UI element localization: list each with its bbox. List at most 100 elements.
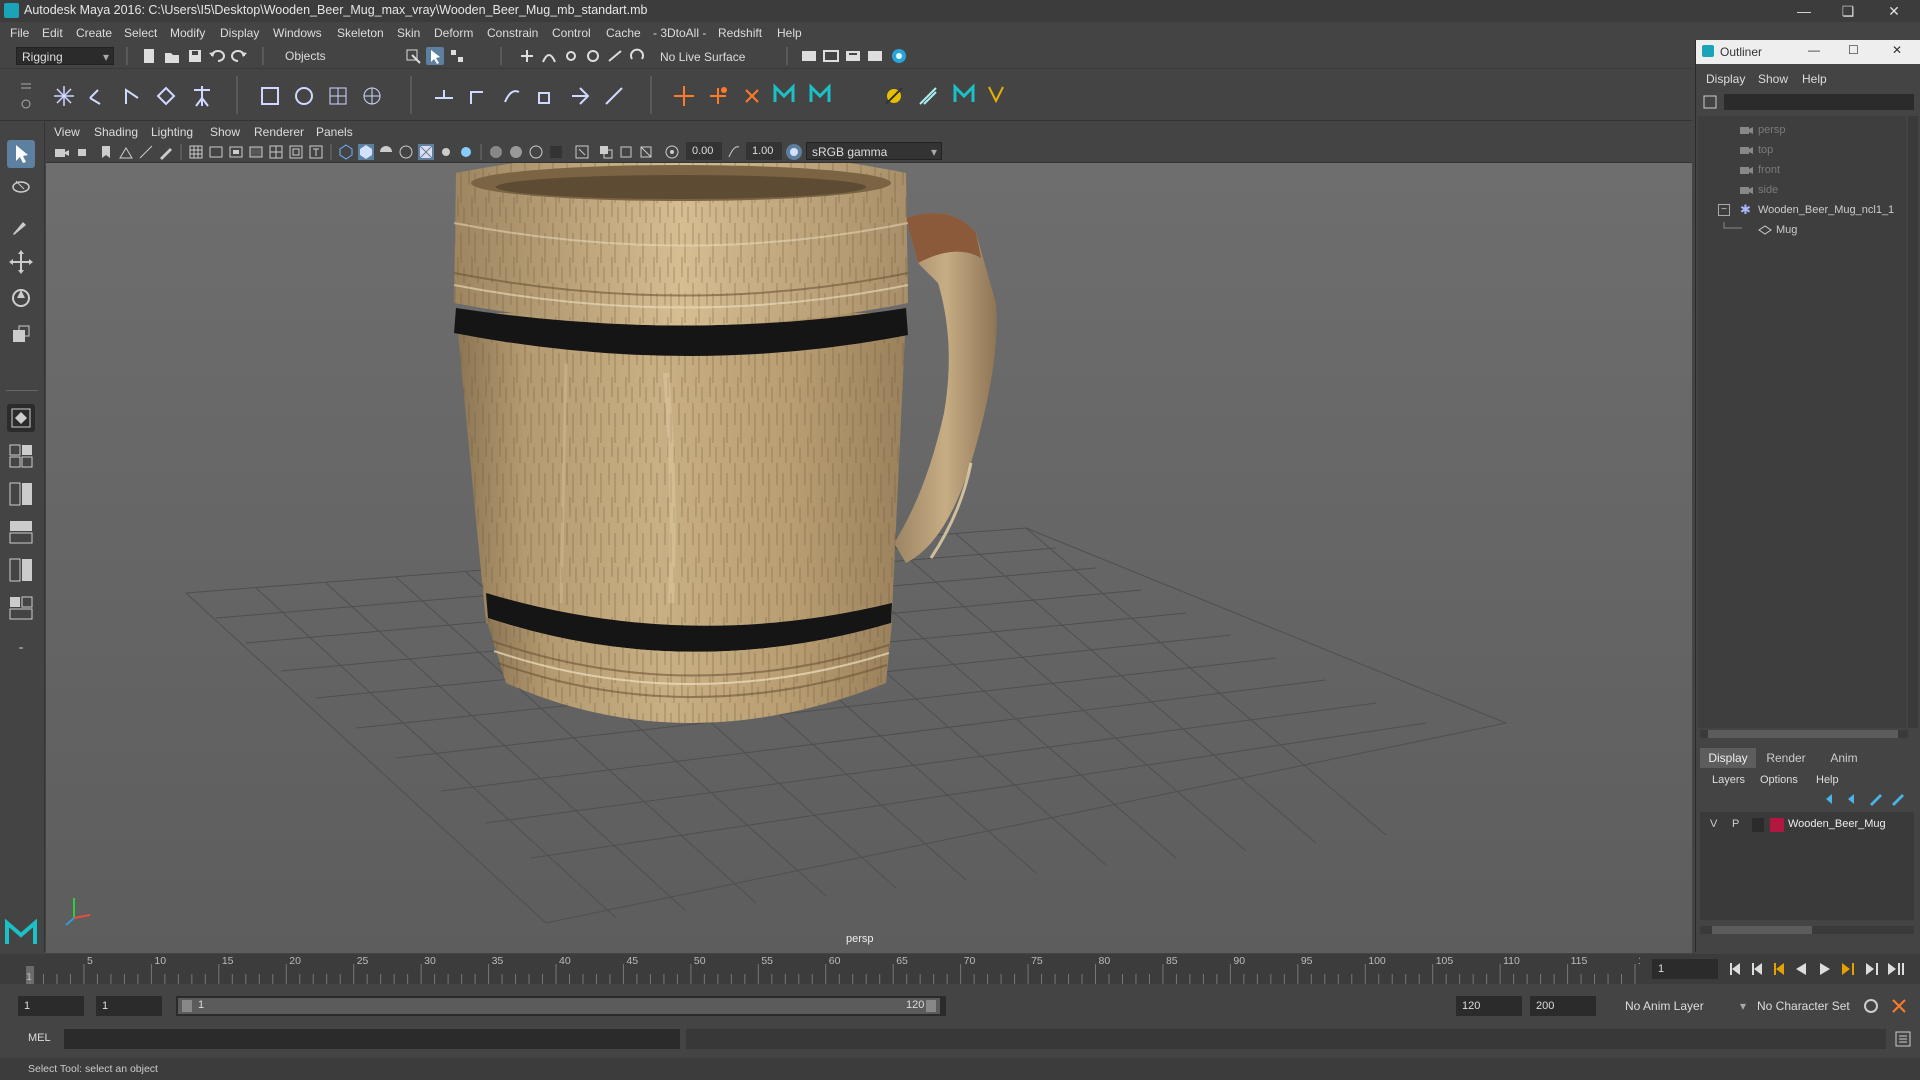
- safe-action-icon[interactable]: [288, 144, 304, 160]
- auto-key-icon[interactable]: [1862, 997, 1880, 1015]
- menu-skeleton[interactable]: Skeleton: [337, 26, 384, 40]
- character-set-dropdown[interactable]: No Character Set: [1752, 997, 1862, 1015]
- depth-of-field-icon[interactable]: [548, 144, 564, 160]
- rotate-tool-button[interactable]: [7, 284, 35, 312]
- script-editor-icon[interactable]: [1894, 1030, 1912, 1048]
- screen-space-ao-icon[interactable]: [488, 144, 504, 160]
- play-forward-icon[interactable]: [1820, 963, 1830, 975]
- render-frame-icon[interactable]: [822, 47, 840, 65]
- snap-view-plane-icon[interactable]: [584, 47, 602, 65]
- layer-menu-options[interactable]: Options: [1760, 774, 1798, 786]
- move-layer-down-icon[interactable]: [1846, 792, 1862, 806]
- outliner-close-icon[interactable]: ✕: [1892, 43, 1902, 57]
- outliner-maximize-icon[interactable]: ☐: [1848, 43, 1859, 57]
- lasso-tool-button[interactable]: [7, 176, 35, 204]
- motion-blur-icon[interactable]: [508, 144, 524, 160]
- maya-m-icon-3[interactable]: [952, 82, 976, 106]
- close-icon[interactable]: ✕: [1872, 0, 1916, 22]
- film-gate-icon[interactable]: [208, 144, 224, 160]
- shelf-menu-icon[interactable]: [18, 76, 34, 114]
- snap-grid-icon[interactable]: [518, 47, 536, 65]
- move-layer-up-icon[interactable]: [1824, 792, 1840, 806]
- bind-skin-icon[interactable]: [258, 84, 282, 108]
- new-scene-icon[interactable]: [140, 47, 158, 65]
- save-scene-icon[interactable]: [186, 47, 204, 65]
- selection-mode-dropdown[interactable]: Objects: [280, 47, 380, 65]
- use-all-lights-icon[interactable]: [438, 144, 454, 160]
- locator-icon[interactable]: [672, 84, 696, 108]
- range-start-grip[interactable]: [182, 1000, 192, 1012]
- anim-layer-dropdown[interactable]: No Anim Layer ▾: [1620, 997, 1750, 1015]
- command-language-label[interactable]: MEL: [28, 1032, 51, 1044]
- move-tool-button[interactable]: [7, 248, 35, 276]
- gamma-field[interactable]: 1.00: [746, 142, 782, 160]
- safe-title-icon[interactable]: [308, 144, 324, 160]
- layout-single-button[interactable]: [7, 404, 35, 432]
- render-view-icon[interactable]: [866, 47, 884, 65]
- isolate-select-icon[interactable]: [574, 144, 590, 160]
- maya-m-icon-2[interactable]: [808, 82, 832, 106]
- menu-select[interactable]: Select: [124, 26, 157, 40]
- field-chart-icon[interactable]: [268, 144, 284, 160]
- panel-menu-shading[interactable]: Shading: [94, 125, 138, 139]
- playback-start-field[interactable]: 1: [96, 996, 162, 1016]
- layer-row[interactable]: V P Wooden_Beer_Mug: [1704, 816, 1910, 834]
- panel-menu-view[interactable]: View: [54, 125, 80, 139]
- layer-visibility-toggle[interactable]: V: [1710, 818, 1717, 830]
- ik-spline-icon[interactable]: [120, 84, 144, 108]
- insert-joint-icon[interactable]: [154, 84, 178, 108]
- open-scene-icon[interactable]: [163, 47, 181, 65]
- cluster-handle-icon[interactable]: [706, 84, 730, 108]
- bookmark-icon[interactable]: [98, 144, 114, 160]
- outliner-item-group[interactable]: − ✱ Wooden_Beer_Mug_ncl1_1: [1698, 202, 1908, 220]
- undo-icon[interactable]: [208, 47, 226, 65]
- tab-anim[interactable]: Anim: [1816, 748, 1872, 768]
- outliner-menu-show[interactable]: Show: [1758, 72, 1788, 86]
- select-hierarchy-icon[interactable]: [404, 47, 422, 65]
- constraint-point-icon[interactable]: [466, 84, 490, 108]
- outliner-menu-display[interactable]: Display: [1706, 72, 1745, 86]
- maximize-icon[interactable]: ❏: [1826, 0, 1870, 22]
- layout-outliner-button[interactable]: [7, 594, 35, 622]
- ipr-render-icon[interactable]: [844, 47, 862, 65]
- default-material-icon[interactable]: [378, 144, 394, 160]
- smooth-shade-icon[interactable]: [358, 144, 374, 160]
- menu-cache[interactable]: Cache: [606, 26, 641, 40]
- time-slider[interactable]: 5 10 15 20 25 30 35 40 45 50 55 60 65 70 75 80 85 90 95 100…: [0, 954, 1920, 984]
- shadows-icon[interactable]: [458, 144, 474, 160]
- constraint-orient-icon[interactable]: [500, 84, 524, 108]
- wireframe-on-shaded-icon[interactable]: [398, 144, 414, 160]
- range-slider-handle[interactable]: 1 120: [178, 998, 940, 1014]
- hypershade-icon[interactable]: [890, 47, 908, 65]
- step-forward-key-icon[interactable]: [1866, 963, 1878, 975]
- ik-handle-icon[interactable]: [86, 84, 110, 108]
- outliner-item-persp[interactable]: persp: [1698, 122, 1908, 140]
- end-time-field[interactable]: 200: [1530, 996, 1596, 1016]
- select-component-icon[interactable]: [448, 47, 466, 65]
- step-back-key-icon[interactable]: [1752, 963, 1762, 975]
- step-forward-frame-icon[interactable]: [1842, 963, 1854, 975]
- current-frame-marker[interactable]: [26, 966, 34, 984]
- outliner-item-front[interactable]: front: [1698, 162, 1908, 180]
- collapse-icon[interactable]: −: [1718, 204, 1730, 216]
- snap-curve-icon[interactable]: [540, 47, 558, 65]
- color-management-icon[interactable]: [786, 144, 802, 160]
- smooth-bind-icon[interactable]: [292, 84, 316, 108]
- outliner-refresh-icon[interactable]: [1702, 94, 1718, 110]
- cluster-icon[interactable]: [360, 84, 384, 108]
- go-to-start-icon[interactable]: [1730, 963, 1740, 975]
- panel-menu-renderer[interactable]: Renderer: [254, 125, 304, 139]
- layout-three-button[interactable]: [7, 556, 35, 584]
- snap-point-icon[interactable]: [562, 47, 580, 65]
- xray-icon[interactable]: [598, 144, 614, 160]
- minimize-icon[interactable]: —: [1782, 0, 1826, 22]
- menu-edit[interactable]: Edit: [42, 26, 63, 40]
- humanik-icon[interactable]: [190, 84, 214, 108]
- outliner-menu-help[interactable]: Help: [1802, 72, 1827, 86]
- menu-help[interactable]: Help: [777, 26, 802, 40]
- menu-modify[interactable]: Modify: [170, 26, 205, 40]
- panel-menu-show[interactable]: Show: [210, 125, 240, 139]
- layer-menu-help[interactable]: Help: [1816, 774, 1839, 786]
- scale-tool-button[interactable]: [7, 320, 35, 348]
- constraint-pole-icon[interactable]: [602, 84, 626, 108]
